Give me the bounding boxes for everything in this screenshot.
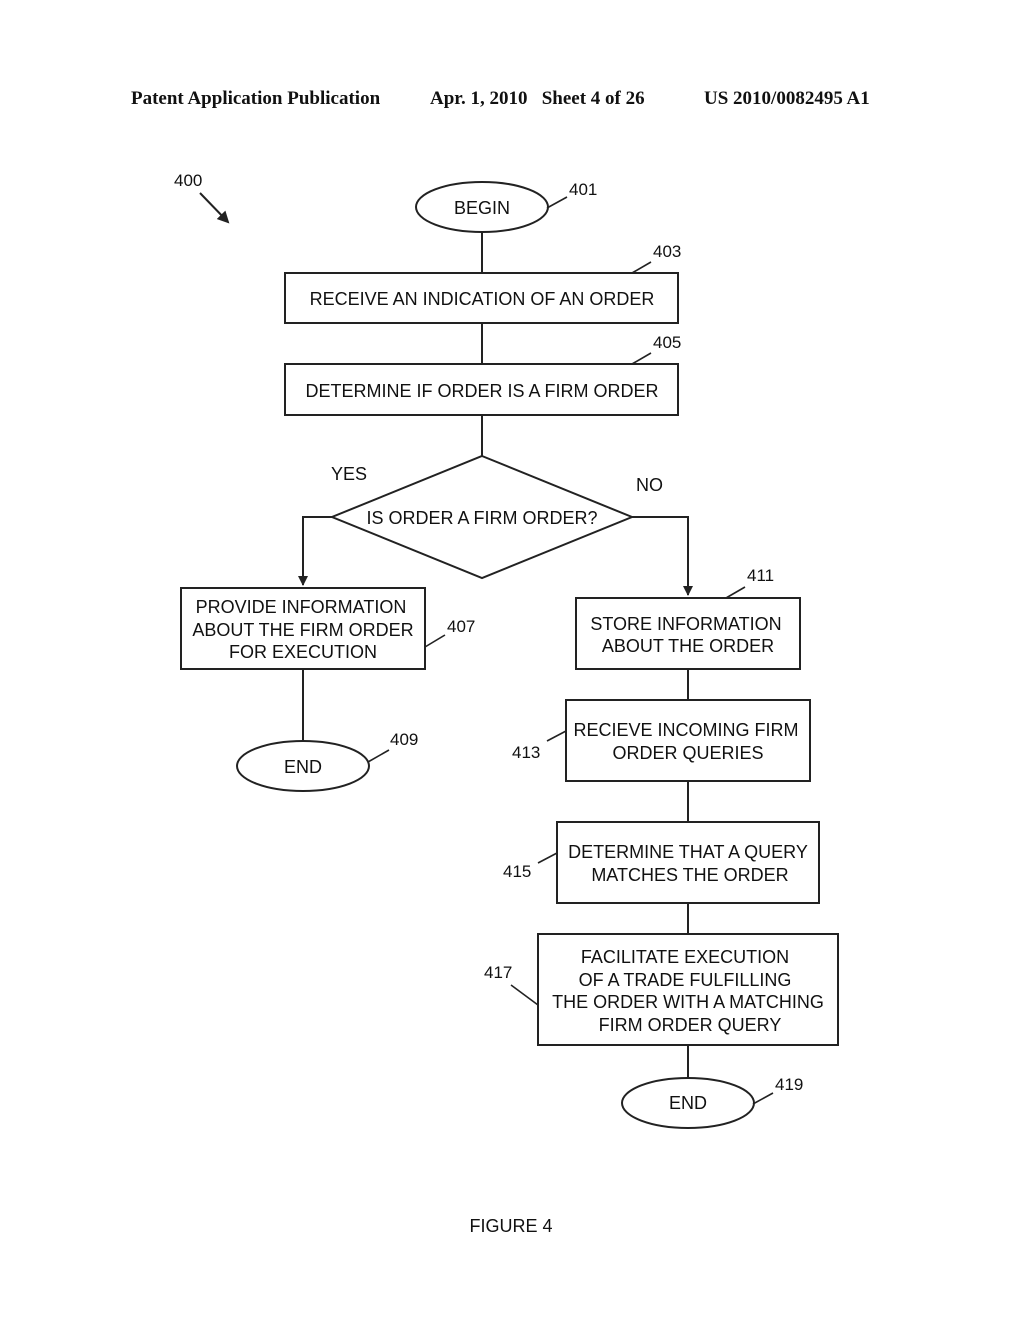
leader-411 bbox=[725, 586, 746, 599]
connector-yes-branch bbox=[298, 516, 332, 586]
begin-label: BEGIN bbox=[454, 198, 510, 218]
figure-caption: FIGURE 4 bbox=[469, 1216, 552, 1236]
connector-no-branch bbox=[632, 516, 693, 596]
ref-401: 401 bbox=[569, 180, 597, 199]
node-end-left: END 409 bbox=[236, 730, 418, 792]
figure-ref-arrow bbox=[199, 192, 230, 224]
ref-419: 419 bbox=[775, 1075, 803, 1094]
ref-407: 407 bbox=[447, 617, 475, 636]
decision-no-label: NO bbox=[636, 475, 663, 495]
leader-415 bbox=[537, 852, 558, 864]
node-recieve-queries: RECIEVE INCOMING FIRM ORDER QUERIES 413 bbox=[512, 699, 811, 782]
node-decision: IS ORDER A FIRM ORDER? YES NO bbox=[329, 454, 663, 580]
ref-415: 415 bbox=[503, 862, 531, 881]
leader-417 bbox=[510, 984, 539, 1006]
recieve-queries-line-2: ORDER QUERIES bbox=[612, 743, 763, 763]
receive-order-label: RECEIVE AN INDICATION OF AN ORDER bbox=[310, 289, 655, 309]
query-match-line-2: MATCHES THE ORDER bbox=[591, 865, 788, 885]
facilitate-line-1: FACILITATE EXECUTION bbox=[581, 947, 789, 967]
node-begin: BEGIN 401 bbox=[415, 180, 597, 233]
recieve-queries-box bbox=[565, 699, 811, 782]
figure-ref-400: 400 bbox=[174, 171, 202, 190]
query-match-box bbox=[556, 821, 820, 904]
query-match-line-1: DETERMINE THAT A QUERY bbox=[568, 842, 808, 862]
leader-419 bbox=[752, 1092, 774, 1105]
provide-info-line-1: PROVIDE INFORMATION bbox=[196, 597, 407, 617]
recieve-queries-line-1: RECIEVE INCOMING FIRM bbox=[573, 720, 798, 740]
end-right-label: END bbox=[669, 1093, 707, 1113]
ref-411: 411 bbox=[747, 566, 774, 585]
flowchart-diagram: 400 BEGIN 401 RECEIVE AN INDICATION OF A… bbox=[174, 171, 839, 1236]
node-facilitate-execution: FACILITATE EXECUTION OF A TRADE FULFILLI… bbox=[484, 933, 839, 1046]
facilitate-line-4: FIRM ORDER QUERY bbox=[599, 1015, 782, 1035]
store-info-line-1: STORE INFORMATION bbox=[590, 614, 781, 634]
decision-yes-label: YES bbox=[331, 464, 367, 484]
decision-label: IS ORDER A FIRM ORDER? bbox=[366, 508, 597, 528]
ref-417: 417 bbox=[484, 963, 512, 982]
node-query-match: DETERMINE THAT A QUERY MATCHES THE ORDER… bbox=[503, 821, 820, 904]
facilitate-line-2: OF A TRADE FULFILLING bbox=[579, 970, 792, 990]
node-receive-order: RECEIVE AN INDICATION OF AN ORDER 403 bbox=[284, 242, 681, 324]
node-end-right: END 419 bbox=[621, 1075, 803, 1129]
leader-403 bbox=[631, 261, 652, 274]
ref-403: 403 bbox=[653, 242, 681, 261]
ref-413: 413 bbox=[512, 743, 540, 762]
leader-407 bbox=[424, 634, 446, 648]
provide-info-line-3: FOR EXECUTION bbox=[229, 642, 377, 662]
leader-409 bbox=[367, 749, 390, 763]
leader-413 bbox=[546, 730, 567, 742]
end-left-label: END bbox=[284, 757, 322, 777]
provide-info-line-2: ABOUT THE FIRM ORDER bbox=[192, 620, 413, 640]
node-provide-info: PROVIDE INFORMATION ABOUT THE FIRM ORDER… bbox=[180, 587, 475, 670]
facilitate-line-3: THE ORDER WITH A MATCHING bbox=[552, 992, 824, 1012]
leader-401 bbox=[546, 196, 568, 209]
ref-409: 409 bbox=[390, 730, 418, 749]
ref-405: 405 bbox=[653, 333, 681, 352]
leader-405 bbox=[631, 352, 652, 365]
determine-firm-label: DETERMINE IF ORDER IS A FIRM ORDER bbox=[305, 381, 658, 401]
node-determine-firm: DETERMINE IF ORDER IS A FIRM ORDER 405 bbox=[284, 333, 681, 416]
store-info-line-2: ABOUT THE ORDER bbox=[602, 636, 774, 656]
